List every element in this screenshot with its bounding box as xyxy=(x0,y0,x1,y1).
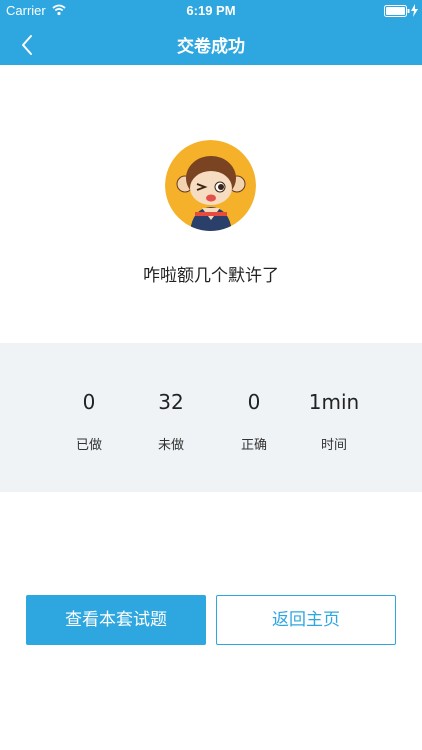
view-questions-button[interactable]: 查看本套试题 xyxy=(26,595,206,645)
stat-value: 0 xyxy=(247,390,261,414)
battery-icon xyxy=(384,5,410,17)
stat-label: 未做 xyxy=(157,438,184,453)
stat-label: 已做 xyxy=(75,438,102,453)
stat-value: 1min xyxy=(308,390,360,414)
stat-value: 32 xyxy=(158,390,184,414)
stats-panel: 0 已做 32 未做 0 正确 1min 时间 xyxy=(0,343,422,492)
stat-value: 0 xyxy=(82,390,96,414)
back-home-button[interactable]: 返回主页 xyxy=(216,595,396,645)
bolt-icon xyxy=(411,4,418,17)
status-time: 6:19 PM xyxy=(186,3,236,18)
nav-bar: 交卷成功 xyxy=(0,22,422,65)
header: Carrier 6:19 PM 交卷成功 xyxy=(0,0,422,65)
page-title: 交卷成功 xyxy=(177,37,245,57)
stat-label: 正确 xyxy=(240,438,267,453)
status-bar: Carrier 6:19 PM xyxy=(0,0,422,22)
monkey-avatar xyxy=(165,140,256,231)
result-message: 咋啦额几个默许了 xyxy=(143,266,279,286)
stat-label: 时间 xyxy=(320,438,347,453)
